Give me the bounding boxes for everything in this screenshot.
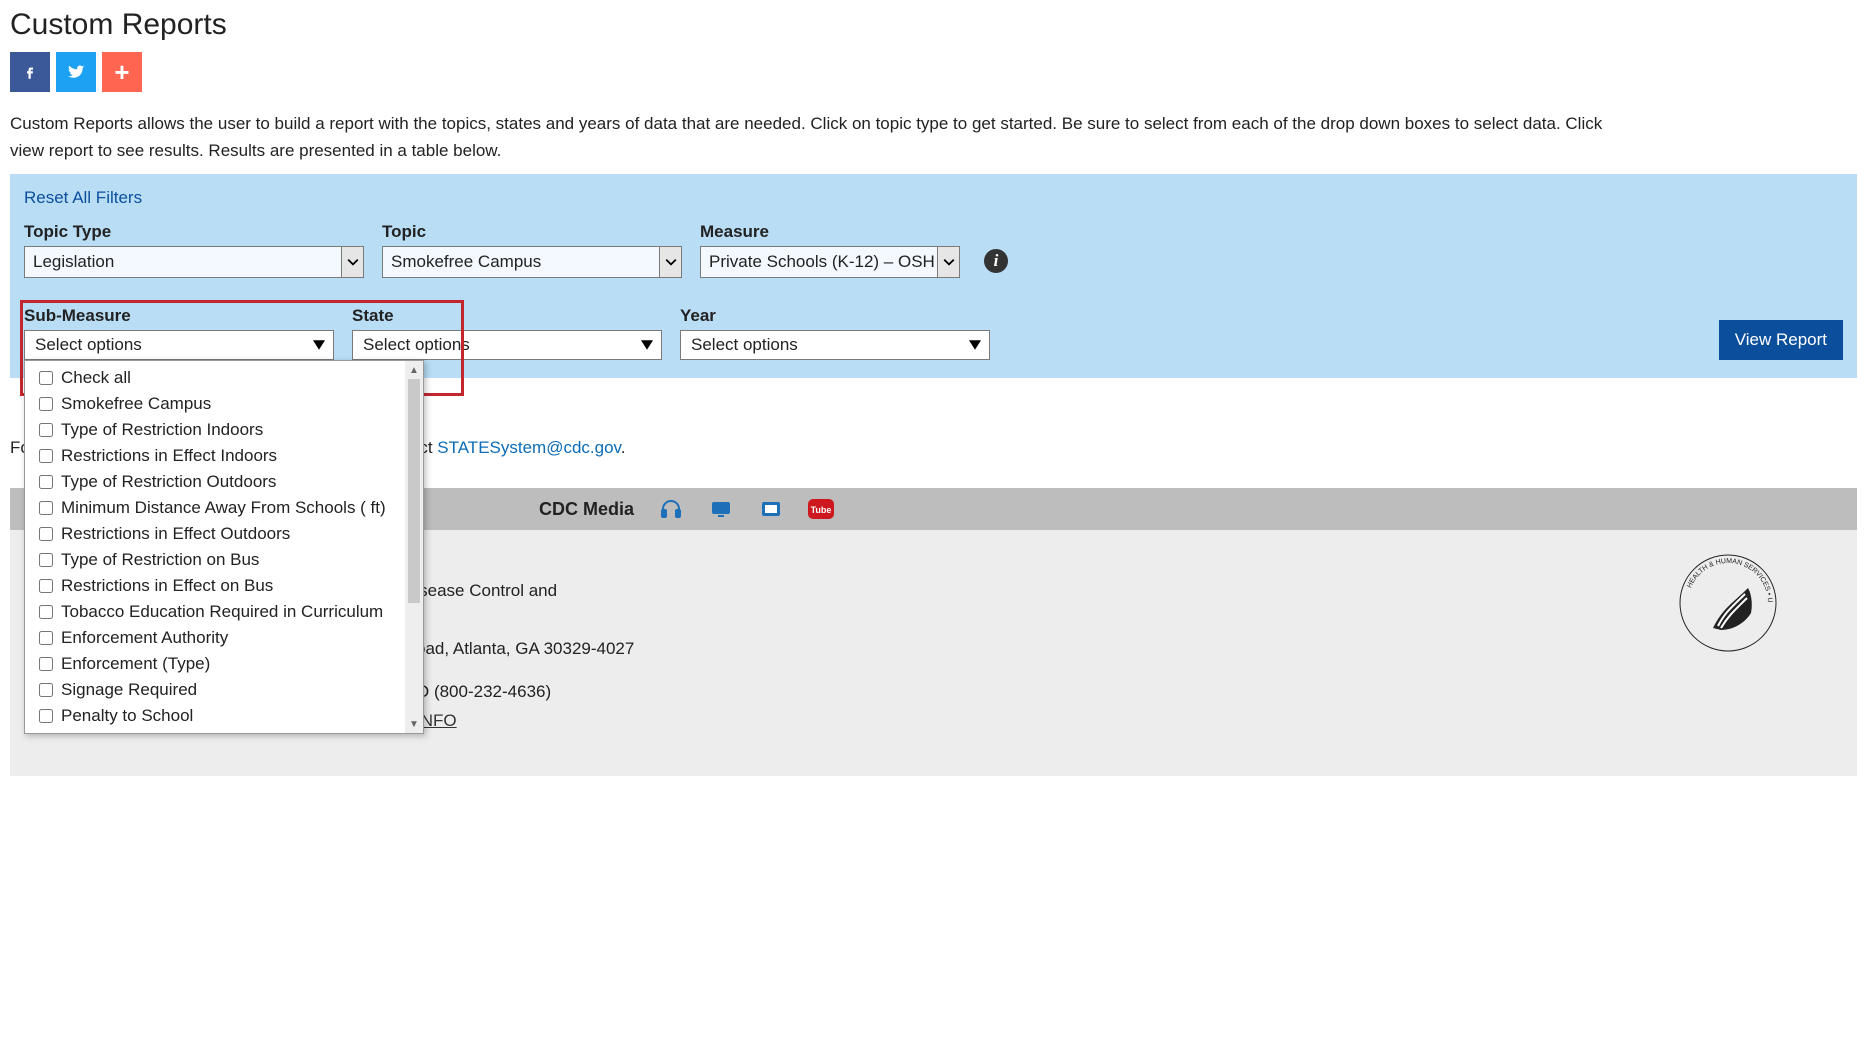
- filter-panel: Reset All Filters Topic Type Legislation…: [10, 174, 1857, 378]
- option-checkbox[interactable]: [39, 605, 53, 619]
- watch-icon[interactable]: [708, 496, 734, 522]
- option-label: Tobacco Education Required in Curriculum: [61, 602, 383, 622]
- sub-measure-option[interactable]: Tobacco Education Required in Curriculum: [25, 599, 423, 625]
- sub-measure-option[interactable]: Type of Restriction Indoors: [25, 417, 423, 443]
- twitter-share-button[interactable]: [56, 52, 96, 92]
- sub-measure-option[interactable]: Type of Restriction Outdoors: [25, 469, 423, 495]
- sub-measure-dropdown[interactable]: Check all Smokefree Campus Type of Restric…: [24, 360, 424, 734]
- topic-type-label: Topic Type: [24, 222, 364, 242]
- info-icon[interactable]: i: [984, 249, 1008, 273]
- reset-filters-link[interactable]: Reset All Filters: [24, 188, 142, 208]
- filter-row-2: Sub-Measure Select options State Select …: [24, 306, 1843, 360]
- ecards-icon[interactable]: [758, 496, 784, 522]
- scroll-track[interactable]: [408, 379, 420, 603]
- sub-measure-option[interactable]: Minimum Distance Away From Schools ( ft): [25, 495, 423, 521]
- sub-measure-label: Sub-Measure: [24, 306, 334, 326]
- option-label: Type of Restriction Indoors: [61, 420, 263, 440]
- filter-row-1: Topic Type Legislation Topic Smokefree C…: [24, 222, 1843, 278]
- sub-measure-option[interactable]: Penalty to School: [25, 703, 423, 729]
- option-label: Check all: [61, 368, 131, 388]
- topic-select[interactable]: Smokefree Campus: [382, 246, 682, 278]
- option-label: Restrictions in Effect Outdoors: [61, 524, 290, 544]
- option-label: Restrictions in Effect Indoors: [61, 446, 277, 466]
- option-checkbox[interactable]: [39, 501, 53, 515]
- footer-line-2: oad, Atlanta, GA 30329-4027: [416, 639, 634, 658]
- option-label: Type of Restriction Outdoors: [61, 472, 276, 492]
- topic-value: Smokefree Campus: [391, 252, 541, 272]
- dropdown-scrollbar[interactable]: ▲ ▼: [405, 361, 423, 733]
- sub-measure-placeholder: Select options: [35, 335, 142, 355]
- option-checkbox[interactable]: [39, 423, 53, 437]
- sub-measure-option[interactable]: Check all: [25, 365, 423, 391]
- topic-label: Topic: [382, 222, 682, 242]
- option-checkbox[interactable]: [39, 527, 53, 541]
- cdc-media-label: CDC Media: [539, 499, 634, 520]
- option-checkbox[interactable]: [39, 631, 53, 645]
- year-label: Year: [680, 306, 990, 326]
- option-label: Signage Required: [61, 680, 197, 700]
- option-checkbox[interactable]: [39, 657, 53, 671]
- view-report-button[interactable]: View Report: [1719, 320, 1843, 360]
- triangle-down-icon: [969, 335, 981, 355]
- state-placeholder: Select options: [363, 335, 470, 355]
- sub-measure-option[interactable]: Restrictions in Effect Outdoors: [25, 521, 423, 547]
- year-select[interactable]: Select options: [680, 330, 990, 360]
- sub-measure-option[interactable]: Signage Required: [25, 677, 423, 703]
- triangle-down-icon: [313, 335, 325, 355]
- footer-line-3: O (800-232-4636): [416, 682, 551, 701]
- option-label: Enforcement (Type): [61, 654, 210, 674]
- option-checkbox[interactable]: [39, 709, 53, 723]
- option-label: Restrictions in Effect on Bus: [61, 576, 273, 596]
- svg-text:Tube: Tube: [811, 505, 832, 515]
- option-checkbox[interactable]: [39, 449, 53, 463]
- page-title: Custom Reports: [10, 8, 1857, 42]
- scroll-up-arrow[interactable]: ▲: [405, 361, 423, 379]
- chevron-down-icon: [659, 247, 681, 277]
- measure-label: Measure: [700, 222, 960, 242]
- option-checkbox[interactable]: [39, 371, 53, 385]
- sub-measure-option[interactable]: Enforcement (Type): [25, 651, 423, 677]
- option-checkbox[interactable]: [39, 475, 53, 489]
- share-row: +: [10, 52, 1857, 92]
- state-select[interactable]: Select options: [352, 330, 662, 360]
- measure-select[interactable]: Private Schools (K-12) – OSH: [700, 246, 960, 278]
- option-checkbox[interactable]: [39, 397, 53, 411]
- listen-icon[interactable]: [658, 496, 684, 522]
- state-label: State: [352, 306, 662, 326]
- youtube-icon[interactable]: Tube: [808, 496, 834, 522]
- hhs-seal-icon: HEALTH & HUMAN SERVICES • USA: [1673, 548, 1783, 735]
- footer-line-1: isease Control and: [415, 581, 557, 600]
- chevron-down-icon: [341, 247, 363, 277]
- topic-type-value: Legislation: [33, 252, 114, 272]
- year-placeholder: Select options: [691, 335, 798, 355]
- option-label: Type of Restriction on Bus: [61, 550, 259, 570]
- option-label: Smokefree Campus: [61, 394, 211, 414]
- sub-measure-option[interactable]: Restrictions in Effect on Bus: [25, 573, 423, 599]
- option-checkbox[interactable]: [39, 683, 53, 697]
- scroll-down-arrow[interactable]: ▼: [405, 715, 423, 733]
- sub-measure-option[interactable]: Type of Restriction on Bus: [25, 547, 423, 573]
- option-label: Minimum Distance Away From Schools ( ft): [61, 498, 386, 518]
- sub-measure-select[interactable]: Select options: [24, 330, 334, 360]
- option-checkbox[interactable]: [39, 553, 53, 567]
- intro-text: Custom Reports allows the user to build …: [10, 110, 1640, 164]
- sub-measure-option[interactable]: Smokefree Campus: [25, 391, 423, 417]
- topic-type-select[interactable]: Legislation: [24, 246, 364, 278]
- addthis-share-button[interactable]: +: [102, 52, 142, 92]
- option-label: Penalty to School: [61, 706, 193, 726]
- contact-email-link[interactable]: STATESystem@cdc.gov: [437, 438, 621, 457]
- option-checkbox[interactable]: [39, 579, 53, 593]
- facebook-share-button[interactable]: [10, 52, 50, 92]
- sub-measure-option[interactable]: Restrictions in Effect Indoors: [25, 443, 423, 469]
- triangle-down-icon: [641, 335, 653, 355]
- svg-text:HEALTH & HUMAN SERVICES • USA: HEALTH & HUMAN SERVICES • USA: [1673, 548, 1773, 603]
- option-label: Enforcement Authority: [61, 628, 228, 648]
- measure-value: Private Schools (K-12) – OSH: [709, 252, 935, 272]
- chevron-down-icon: [937, 247, 959, 277]
- sub-measure-option[interactable]: Enforcement Authority: [25, 625, 423, 651]
